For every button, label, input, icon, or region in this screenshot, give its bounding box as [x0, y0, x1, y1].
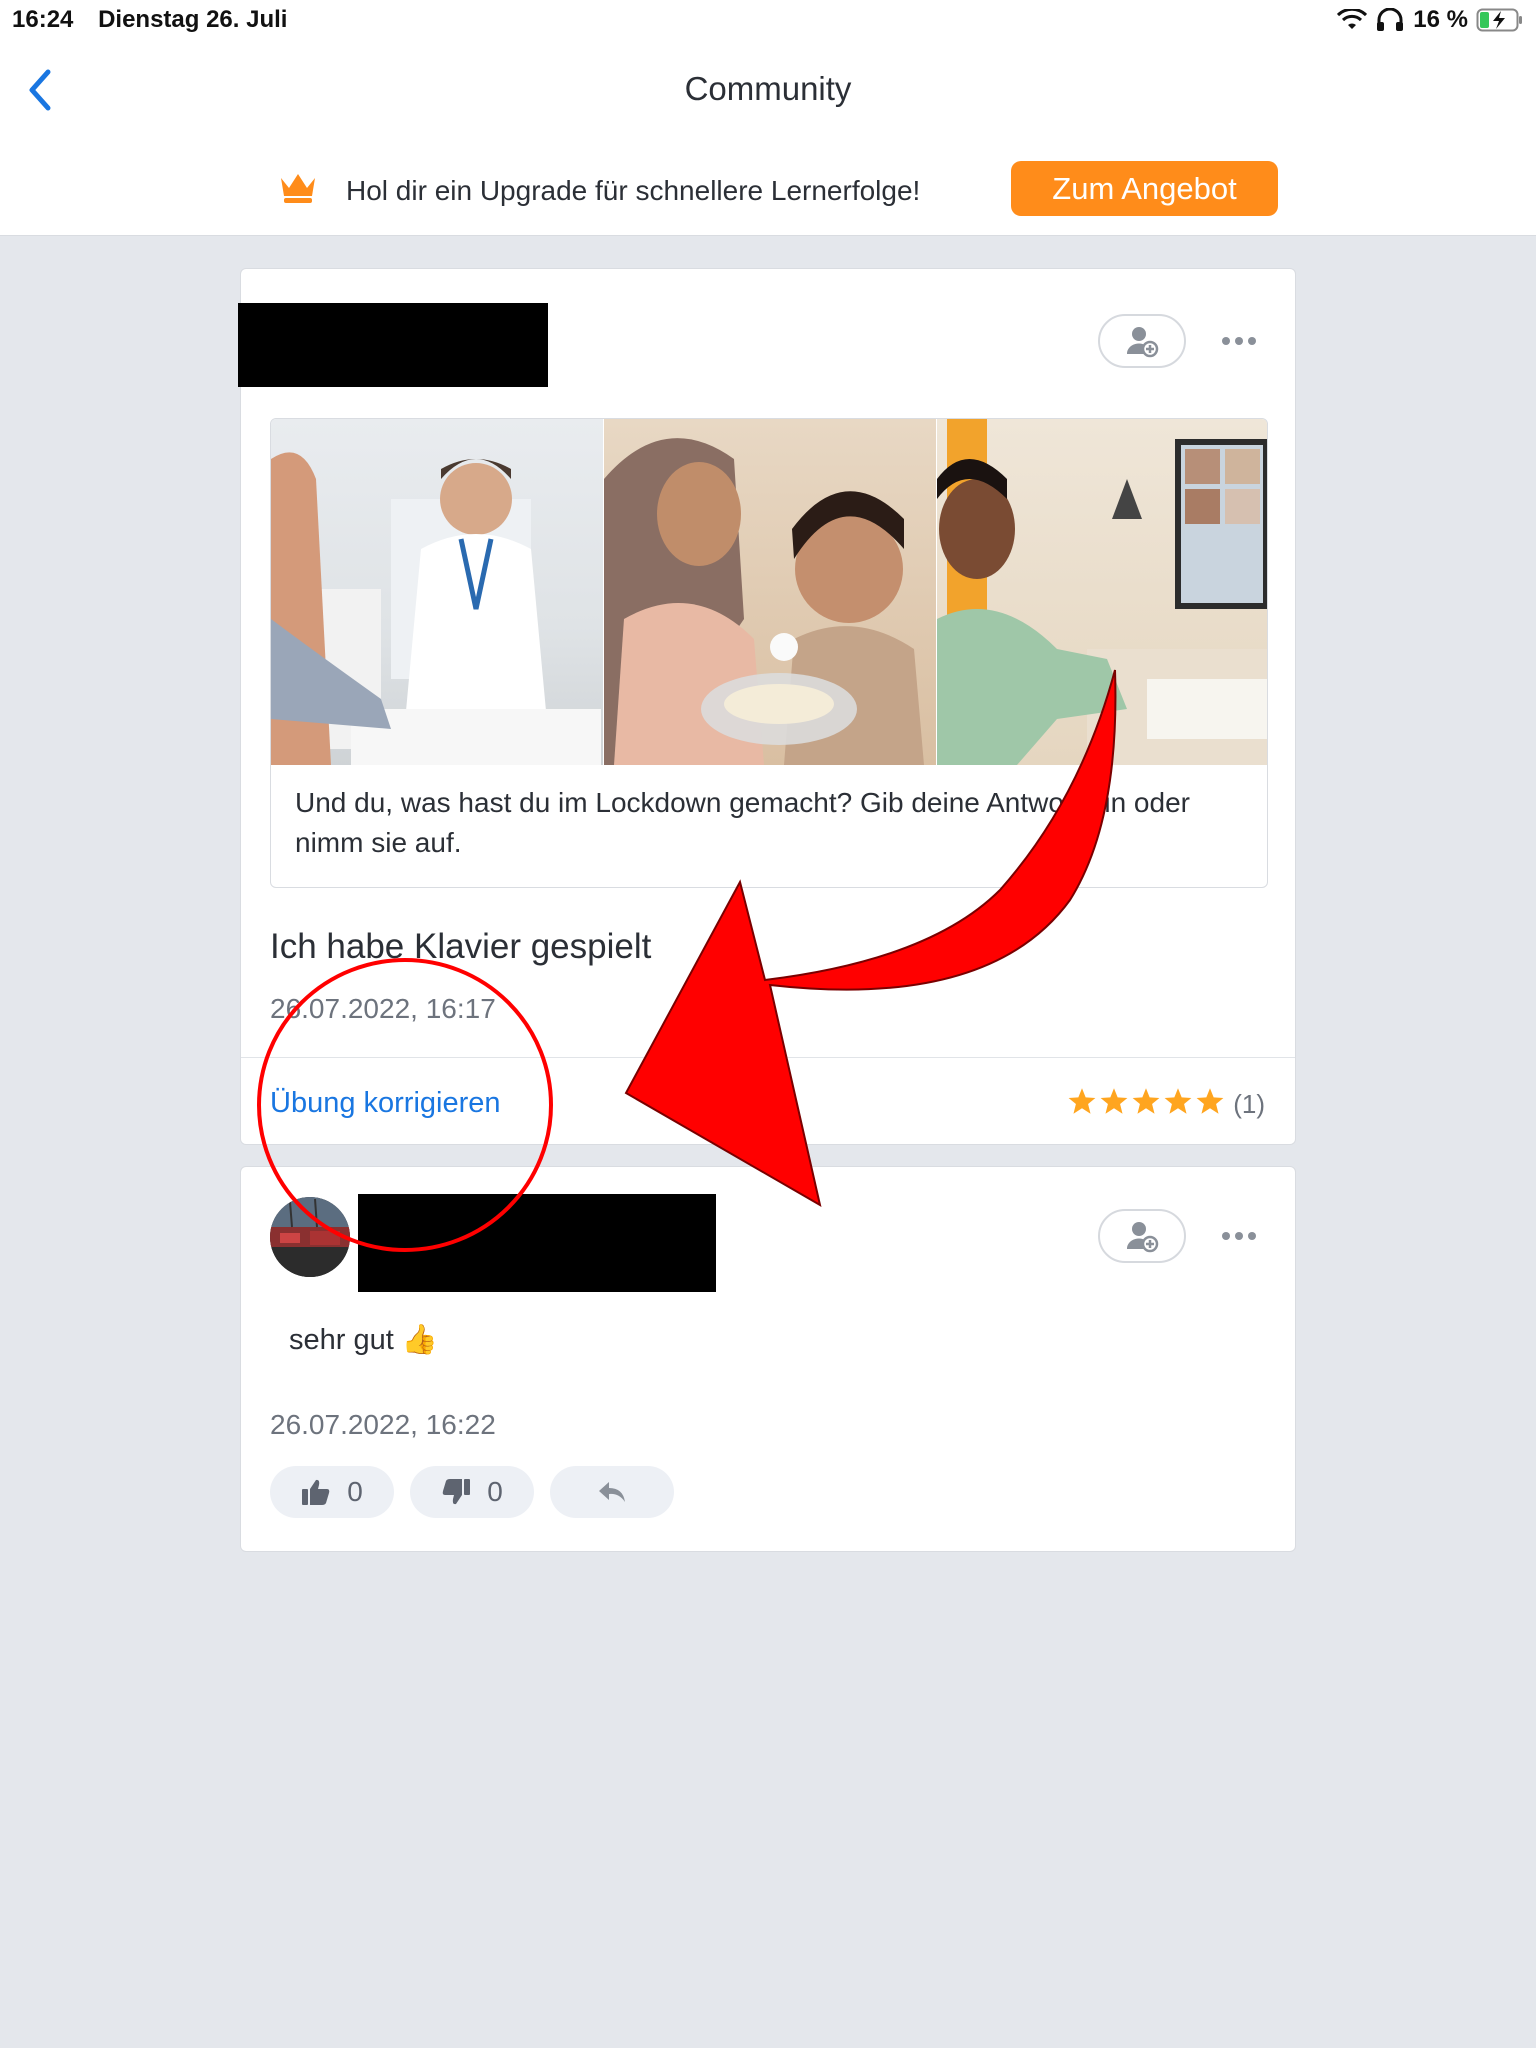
add-user-icon — [1126, 327, 1159, 358]
star-icon — [1196, 1088, 1224, 1114]
exercise-photos — [271, 419, 1267, 765]
photo-baking — [604, 419, 936, 765]
headphones-icon — [1377, 8, 1404, 31]
star-icon — [1100, 1088, 1128, 1114]
star-icon — [1164, 1088, 1192, 1114]
add-user-icon — [1126, 1222, 1159, 1253]
reply-text: sehr gut 👍 — [289, 1324, 438, 1356]
follow-button[interactable] — [1098, 1209, 1186, 1263]
rating-count: (1) — [1233, 1089, 1265, 1119]
dislike-button[interactable]: 0 — [410, 1466, 534, 1518]
status-time: 16:24 — [12, 6, 74, 33]
more-options-button[interactable] — [1214, 1221, 1264, 1251]
post-answer: Ich habe Klavier gespielt — [270, 927, 652, 966]
photo-computer — [937, 419, 1267, 765]
reply-timestamp: 26.07.2022, 16:22 — [270, 1409, 496, 1440]
thumbs-down-icon — [442, 1479, 471, 1505]
dot — [1222, 337, 1230, 345]
exercise-prompt: Und du, was hast du im Lockdown gemacht?… — [295, 787, 1190, 858]
dot — [1222, 1232, 1230, 1240]
crown-icon — [281, 174, 315, 203]
follow-button[interactable] — [1098, 314, 1186, 368]
correct-exercise-link[interactable]: Übung korrigieren — [270, 1087, 501, 1120]
reply-button[interactable] — [550, 1466, 674, 1518]
battery-percent: 16 % — [1413, 6, 1468, 33]
reply-icon — [599, 1482, 625, 1502]
dot — [1248, 337, 1256, 345]
wifi-icon — [1337, 9, 1368, 29]
exercise-box: Und du, was hast du im Lockdown gemacht?… — [270, 418, 1268, 888]
post-timestamp: 26.07.2022, 16:17 — [270, 993, 496, 1024]
dot — [1235, 337, 1243, 345]
post-card: Und du, was hast du im Lockdown gemacht?… — [238, 268, 1296, 1145]
battery-charging-icon — [1476, 8, 1522, 32]
like-count: 0 — [347, 1476, 363, 1507]
thumbs-up-icon — [302, 1479, 330, 1505]
page-title: Community — [684, 70, 852, 107]
photo-doctor — [271, 419, 603, 765]
star-icon — [1068, 1088, 1096, 1114]
offer-button[interactable]: Zum Angebot — [1011, 161, 1278, 216]
redacted-username — [238, 303, 548, 387]
redacted-username — [358, 1194, 716, 1292]
dot — [1248, 1232, 1256, 1240]
rating-stars — [1067, 1087, 1225, 1115]
more-options-button[interactable] — [1214, 326, 1264, 356]
status-bar-right: 16 % — [1337, 4, 1524, 36]
star-icon — [1132, 1088, 1160, 1114]
reply-card: sehr gut 👍 26.07.2022, 16:22 0 0 — [240, 1166, 1296, 1552]
status-bar-left: 16:24 Dienstag 26. Juli — [12, 6, 305, 34]
avatar — [270, 1197, 350, 1277]
dot — [1235, 1232, 1243, 1240]
status-date: Dienstag 26. Juli — [98, 6, 288, 33]
like-button[interactable]: 0 — [270, 1466, 394, 1518]
divider — [241, 1057, 1295, 1058]
dislike-count: 0 — [487, 1476, 503, 1507]
promo-text: Hol dir ein Upgrade für schnellere Lerne… — [346, 175, 921, 206]
